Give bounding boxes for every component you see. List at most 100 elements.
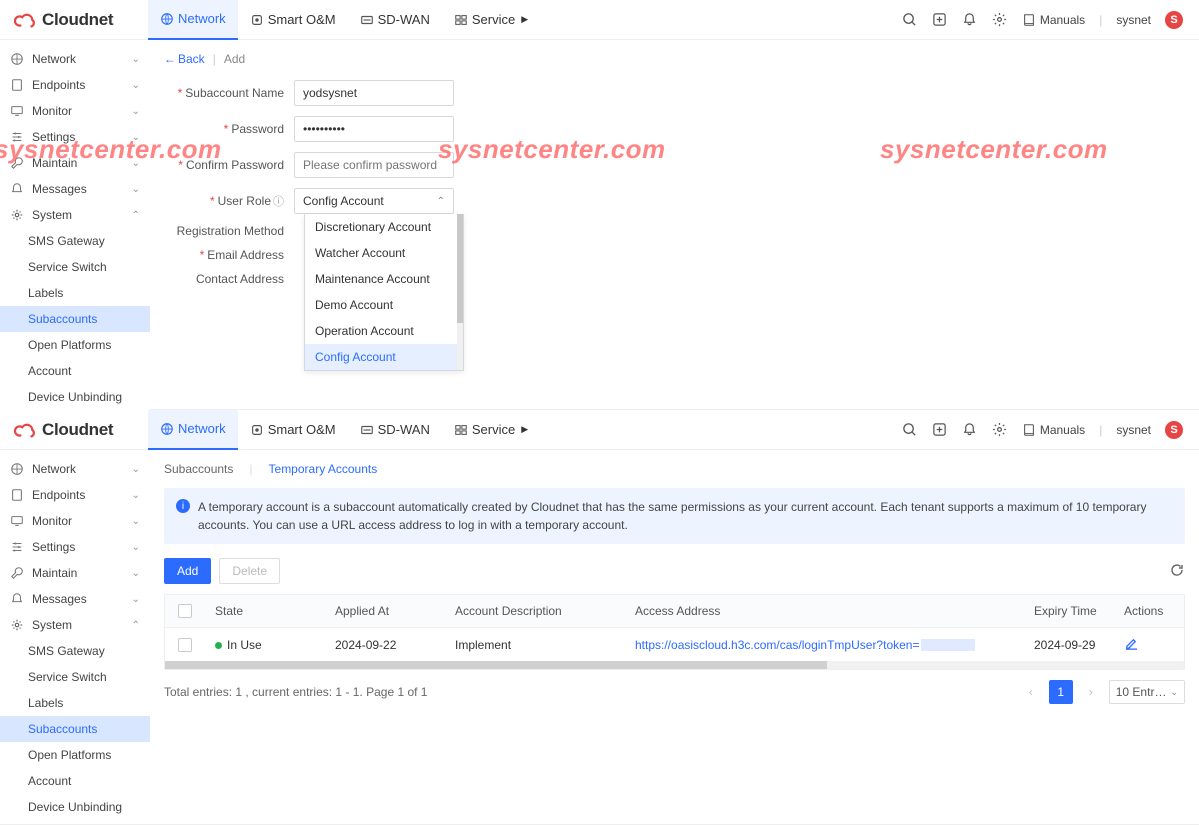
wrench-icon xyxy=(10,566,24,580)
role-option[interactable]: Operation Account xyxy=(305,318,463,344)
sidebar-item-maintain[interactable]: Maintain⌄ xyxy=(0,150,150,176)
sidebar-sub-sms-gateway[interactable]: SMS Gateway xyxy=(0,228,150,254)
manuals-link[interactable]: Manuals xyxy=(1022,13,1085,27)
password-input[interactable] xyxy=(294,116,454,142)
add-icon[interactable] xyxy=(932,12,948,28)
role-option[interactable]: Watcher Account xyxy=(305,240,463,266)
next-page[interactable]: › xyxy=(1079,680,1103,704)
sidebar-sub-account[interactable]: Account xyxy=(0,768,150,794)
avatar[interactable]: S xyxy=(1165,421,1183,439)
breadcrumb: ← Back | Add xyxy=(164,48,1185,76)
confirm-password-input[interactable] xyxy=(294,152,454,178)
sidebar-sub-open-platforms[interactable]: Open Platforms xyxy=(0,332,150,358)
search-icon[interactable] xyxy=(902,12,918,28)
page-1[interactable]: 1 xyxy=(1049,680,1073,704)
sdwan-icon xyxy=(360,423,374,437)
sidebar-sub-service-switch[interactable]: Service Switch xyxy=(0,664,150,690)
network-icon xyxy=(10,52,24,66)
globe-icon xyxy=(160,12,174,26)
sidebar-item-endpoints[interactable]: Endpoints⌄ xyxy=(0,72,150,98)
username[interactable]: sysnet xyxy=(1116,13,1151,27)
nav-sdwan[interactable]: SD-WAN xyxy=(348,410,442,450)
nav-network[interactable]: Network xyxy=(148,0,238,40)
add-icon[interactable] xyxy=(932,422,948,438)
sidebar-sub-device-unbinding[interactable]: Device Unbinding xyxy=(0,794,150,820)
gear-icon[interactable] xyxy=(992,12,1008,28)
nav-smart-om[interactable]: Smart O&M xyxy=(238,0,348,40)
table-header: State Applied At Account Description Acc… xyxy=(165,595,1184,627)
book-icon xyxy=(1022,13,1036,27)
nav-network[interactable]: Network xyxy=(148,410,238,450)
horizontal-scrollbar[interactable] xyxy=(165,661,1184,669)
sidebar-sub-sms-gateway[interactable]: SMS Gateway xyxy=(0,638,150,664)
smart-icon xyxy=(250,423,264,437)
sidebar-sub-labels[interactable]: Labels xyxy=(0,690,150,716)
topbar: Cloudnet Network Smart O&M SD-WAN Servic… xyxy=(0,410,1199,450)
sidebar-item-network[interactable]: Network⌄ xyxy=(0,456,150,482)
nav-service[interactable]: Service▶ xyxy=(442,410,540,450)
tab-subaccounts[interactable]: Subaccounts xyxy=(164,462,233,476)
nav-sdwan[interactable]: SD-WAN xyxy=(348,0,442,40)
role-option-selected[interactable]: Config Account xyxy=(305,344,463,370)
avatar[interactable]: S xyxy=(1165,11,1183,29)
sidebar-item-system[interactable]: System⌃ xyxy=(0,202,150,228)
sidebar-sub-account[interactable]: Account xyxy=(0,358,150,384)
sidebar-item-settings[interactable]: Settings⌄ xyxy=(0,534,150,560)
bell-small-icon xyxy=(10,592,24,606)
col-applied: Applied At xyxy=(325,604,445,618)
role-option[interactable]: Maintenance Account xyxy=(305,266,463,292)
gear-small-icon xyxy=(10,618,24,632)
user-role-select[interactable]: Config Account⌃ xyxy=(294,188,454,214)
subaccount-input[interactable] xyxy=(294,80,454,106)
chevron-up-icon: ⌃ xyxy=(437,196,445,207)
bell-icon[interactable] xyxy=(962,422,978,438)
access-link[interactable]: https://oasiscloud.h3c.com/cas/loginTmpU… xyxy=(635,638,919,652)
select-all-checkbox[interactable] xyxy=(178,604,192,618)
separator: | xyxy=(1099,423,1102,437)
sidebar-item-endpoints[interactable]: Endpoints⌄ xyxy=(0,482,150,508)
sidebar-item-settings[interactable]: Settings⌄ xyxy=(0,124,150,150)
sidebar-item-monitor[interactable]: Monitor⌄ xyxy=(0,508,150,534)
sidebar-sub-labels[interactable]: Labels xyxy=(0,280,150,306)
dropdown-scrollbar[interactable] xyxy=(457,214,463,370)
main-nav: Network Smart O&M SD-WAN Service▶ xyxy=(148,0,540,40)
chevron-up-icon: ⌃ xyxy=(132,210,140,221)
sidebar-sub-subaccounts[interactable]: Subaccounts xyxy=(0,716,150,742)
username[interactable]: sysnet xyxy=(1116,423,1151,437)
sidebar-sub-service-switch[interactable]: Service Switch xyxy=(0,254,150,280)
help-icon[interactable]: ⓘ xyxy=(273,196,284,208)
search-icon[interactable] xyxy=(902,422,918,438)
sidebar-sub-subaccounts[interactable]: Subaccounts xyxy=(0,306,150,332)
sidebar-item-monitor[interactable]: Monitor⌄ xyxy=(0,98,150,124)
sidebar-item-system[interactable]: System⌃ xyxy=(0,612,150,638)
role-option[interactable]: Demo Account xyxy=(305,292,463,318)
delete-button[interactable]: Delete xyxy=(219,558,280,584)
tab-temporary-accounts[interactable]: Temporary Accounts xyxy=(269,462,378,476)
smart-icon xyxy=(250,13,264,27)
globe-icon xyxy=(160,422,174,436)
gear-icon[interactable] xyxy=(992,422,1008,438)
refresh-icon[interactable] xyxy=(1169,562,1185,581)
role-option[interactable]: Discretionary Account xyxy=(305,214,463,240)
bell-icon[interactable] xyxy=(962,12,978,28)
nav-service[interactable]: Service▶ xyxy=(442,0,540,40)
sidebar-sub-device-unbinding[interactable]: Device Unbinding xyxy=(0,384,150,410)
logo[interactable]: Cloudnet xyxy=(8,420,148,440)
edit-icon[interactable] xyxy=(1124,640,1139,654)
sidebar-item-network[interactable]: Network⌄ xyxy=(0,46,150,72)
row-checkbox[interactable] xyxy=(178,638,192,652)
add-button[interactable]: Add xyxy=(164,558,211,584)
page-size-select[interactable]: 10 Entr…⌄ xyxy=(1109,680,1185,704)
prev-page[interactable]: ‹ xyxy=(1019,680,1043,704)
sidebar-item-maintain[interactable]: Maintain⌄ xyxy=(0,560,150,586)
sidebar-item-messages[interactable]: Messages⌄ xyxy=(0,176,150,202)
sidebar-sub-open-platforms[interactable]: Open Platforms xyxy=(0,742,150,768)
cell-applied: 2024-09-22 xyxy=(325,638,445,652)
sliders-icon xyxy=(10,130,24,144)
logo[interactable]: Cloudnet xyxy=(8,10,148,30)
chevron-down-icon: ⌄ xyxy=(132,80,140,91)
manuals-link[interactable]: Manuals xyxy=(1022,423,1085,437)
nav-smart-om[interactable]: Smart O&M xyxy=(238,410,348,450)
back-link[interactable]: ← Back xyxy=(164,52,205,66)
sidebar-item-messages[interactable]: Messages⌄ xyxy=(0,586,150,612)
